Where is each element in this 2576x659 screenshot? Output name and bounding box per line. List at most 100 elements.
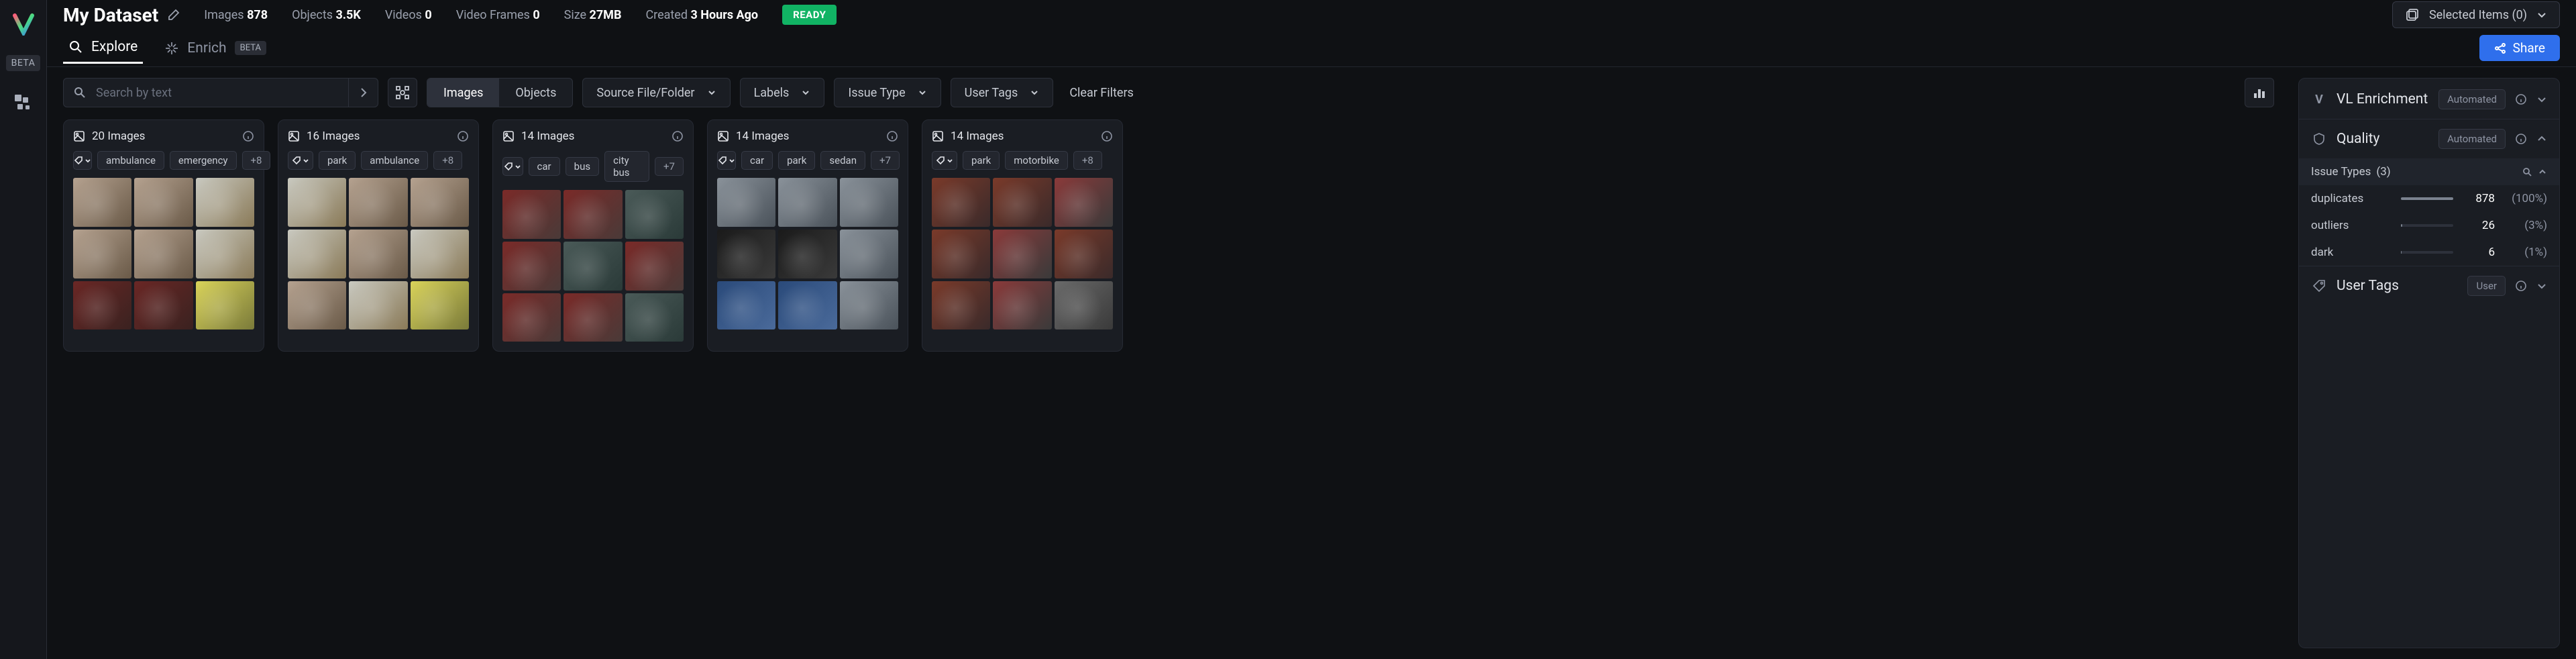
filter-labels[interactable]: Labels xyxy=(740,78,825,107)
search-input[interactable] xyxy=(96,86,348,100)
filter-issue-type[interactable]: Issue Type xyxy=(834,78,941,107)
tag[interactable]: city bus xyxy=(604,151,649,182)
info-icon[interactable] xyxy=(1101,130,1113,142)
view-objects[interactable]: Objects xyxy=(499,79,572,107)
tag-more[interactable]: +8 xyxy=(242,151,271,170)
tag-more[interactable]: +8 xyxy=(1073,151,1102,170)
thumbnail[interactable] xyxy=(349,230,407,278)
info-icon[interactable] xyxy=(2515,133,2527,145)
thumbnail[interactable] xyxy=(778,281,837,330)
search-go-button[interactable] xyxy=(348,78,378,107)
tag-toggle[interactable] xyxy=(717,151,736,170)
thumbnail[interactable] xyxy=(778,178,837,227)
filter-user-tags[interactable]: User Tags xyxy=(951,78,1054,107)
thumbnail[interactable] xyxy=(625,242,684,291)
thumbnail[interactable] xyxy=(625,190,684,239)
tag-more[interactable]: +7 xyxy=(655,157,684,176)
logo[interactable] xyxy=(11,12,36,36)
tab-enrich[interactable]: Enrich BETA xyxy=(159,34,272,63)
issue-row[interactable]: duplicates 878 (100%) xyxy=(2299,185,2559,212)
view-images[interactable]: Images xyxy=(427,79,499,107)
thumbnail[interactable] xyxy=(932,178,990,227)
info-icon[interactable] xyxy=(886,130,898,142)
thumbnail[interactable] xyxy=(717,281,775,330)
tag-toggle[interactable] xyxy=(288,151,313,170)
thumbnail[interactable] xyxy=(564,190,622,239)
thumbnail[interactable] xyxy=(1055,281,1113,330)
thumbnail[interactable] xyxy=(502,293,561,342)
thumbnail[interactable] xyxy=(717,178,775,227)
quality-section[interactable]: Quality Automated xyxy=(2299,119,2559,158)
tab-explore[interactable]: Explore xyxy=(63,32,143,64)
thumbnail[interactable] xyxy=(840,230,898,278)
thumbnail[interactable] xyxy=(717,230,775,278)
thumbnail[interactable] xyxy=(625,293,684,342)
thumbnail[interactable] xyxy=(778,230,837,278)
tag[interactable]: ambulance xyxy=(97,151,164,170)
info-icon[interactable] xyxy=(2515,93,2527,105)
enrichment-section[interactable]: V VL Enrichment Automated xyxy=(2299,80,2559,119)
tag[interactable]: emergency xyxy=(170,151,237,170)
datasets-icon[interactable] xyxy=(10,90,37,117)
thumbnail[interactable] xyxy=(196,230,254,278)
info-icon[interactable] xyxy=(2515,280,2527,292)
cluster-card[interactable]: 14 Images parkmotorbike +8 xyxy=(922,119,1123,352)
thumbnail[interactable] xyxy=(73,230,131,278)
share-button[interactable]: Share xyxy=(2479,35,2560,61)
analytics-button[interactable] xyxy=(2245,78,2274,107)
thumbnail[interactable] xyxy=(134,281,193,330)
edit-title-icon[interactable] xyxy=(168,9,180,21)
tag-toggle[interactable] xyxy=(73,151,92,170)
selected-items-button[interactable]: Selected Items (0) xyxy=(2392,1,2560,28)
thumbnail[interactable] xyxy=(1055,178,1113,227)
tag[interactable]: park xyxy=(963,151,1000,170)
thumbnail[interactable] xyxy=(349,281,407,330)
clear-filters[interactable]: Clear Filters xyxy=(1063,86,1140,100)
cluster-card[interactable]: 14 Images carparksedan +7 xyxy=(707,119,908,352)
tag-more[interactable]: +8 xyxy=(433,151,462,170)
cluster-card[interactable]: 14 Images carbuscity bus +7 xyxy=(492,119,694,352)
info-icon[interactable] xyxy=(457,130,469,142)
thumbnail[interactable] xyxy=(840,281,898,330)
thumbnail[interactable] xyxy=(196,281,254,330)
user-tags-section[interactable]: User Tags User xyxy=(2299,266,2559,305)
thumbnail[interactable] xyxy=(564,293,622,342)
thumbnail[interactable] xyxy=(134,230,193,278)
thumbnail[interactable] xyxy=(288,230,346,278)
thumbnail[interactable] xyxy=(993,281,1051,330)
thumbnail[interactable] xyxy=(993,230,1051,278)
info-icon[interactable] xyxy=(672,130,684,142)
tag[interactable]: park xyxy=(319,151,356,170)
thumbnail[interactable] xyxy=(349,178,407,227)
issue-row[interactable]: outliers 26 (3%) xyxy=(2299,212,2559,239)
tag[interactable]: sedan xyxy=(820,151,865,170)
issue-types-header[interactable]: Issue Types (3) xyxy=(2299,158,2559,185)
thumbnail[interactable] xyxy=(73,178,131,227)
thumbnail[interactable] xyxy=(411,230,469,278)
tag-toggle[interactable] xyxy=(502,157,523,176)
thumbnail[interactable] xyxy=(993,178,1051,227)
info-icon[interactable] xyxy=(242,130,254,142)
cluster-card[interactable]: 16 Images parkambulance +8 xyxy=(278,119,479,352)
thumbnail[interactable] xyxy=(411,178,469,227)
thumbnail[interactable] xyxy=(73,281,131,330)
thumbnail[interactable] xyxy=(196,178,254,227)
thumbnail[interactable] xyxy=(411,281,469,330)
thumbnail[interactable] xyxy=(932,230,990,278)
chevron-down-icon[interactable] xyxy=(2536,281,2547,291)
tag-more[interactable]: +7 xyxy=(871,151,900,170)
tag[interactable]: motorbike xyxy=(1005,151,1068,170)
thumbnail[interactable] xyxy=(134,178,193,227)
chevron-up-icon[interactable] xyxy=(2538,167,2547,176)
thumbnail[interactable] xyxy=(502,190,561,239)
filter-source[interactable]: Source File/Folder xyxy=(582,78,730,107)
search-icon[interactable] xyxy=(2522,166,2532,177)
thumbnail[interactable] xyxy=(502,242,561,291)
thumbnail[interactable] xyxy=(840,178,898,227)
thumbnail[interactable] xyxy=(932,281,990,330)
tag-toggle[interactable] xyxy=(932,151,957,170)
tag[interactable]: ambulance xyxy=(361,151,428,170)
cluster-card[interactable]: 20 Images ambulanceemergency +8 xyxy=(63,119,264,352)
chevron-down-icon[interactable] xyxy=(2536,94,2547,105)
thumbnail[interactable] xyxy=(288,178,346,227)
